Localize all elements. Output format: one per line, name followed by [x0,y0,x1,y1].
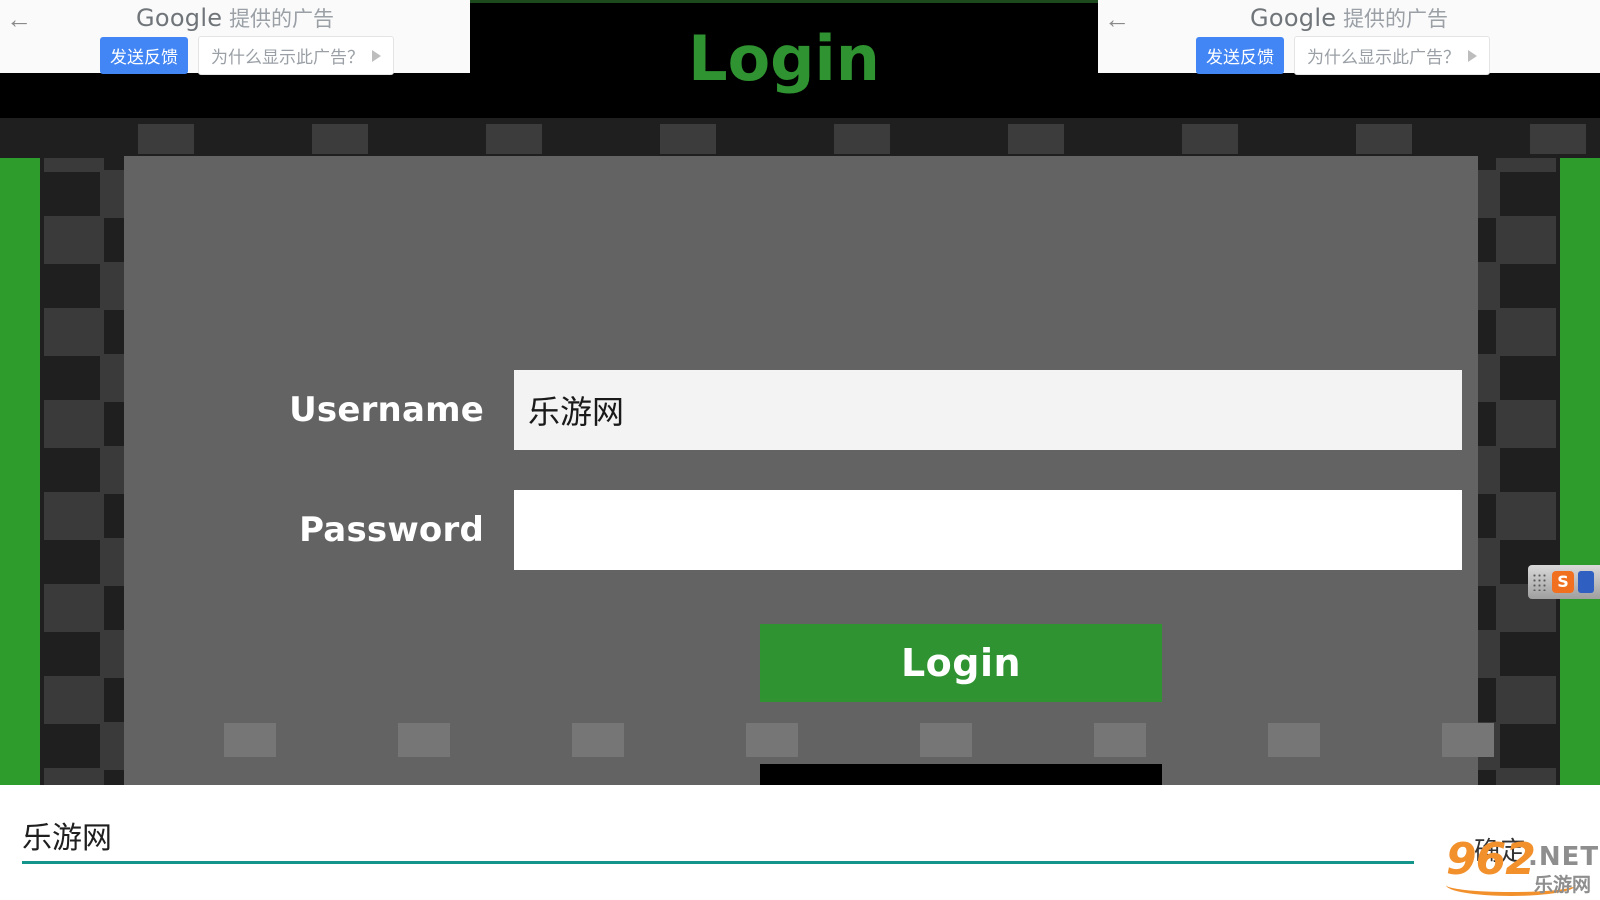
panel-stud [1268,723,1320,757]
blue-square-icon[interactable] [1578,571,1594,593]
panel-stud [1094,723,1146,757]
band-stud [486,124,542,154]
brick-nub [1496,216,1556,264]
why-this-ad-button[interactable]: 为什么显示此广告？ [198,36,394,75]
band-stud [1008,124,1064,154]
panel-stud [398,723,450,757]
confirm-button[interactable]: 确定 [1474,831,1526,868]
brick-nub [1496,308,1556,356]
brick-notch [14,730,40,774]
band-stud [1356,124,1412,154]
play-triangle-icon [372,49,381,62]
brick-nub [44,216,104,264]
floating-side-widget[interactable]: S [1528,565,1600,599]
brick-notch [1560,730,1586,774]
ad-controls-right: 发送反馈 为什么显示此广告？ [1196,36,1490,75]
google-ad-bar-left: ← Google 提供的广告 发送反馈 为什么显示此广告？ [0,0,470,75]
password-row: Password [124,490,1478,570]
register-box[interactable]: Dont have account ? Register [760,764,1162,785]
why-this-ad-label: 为什么显示此广告？ [211,48,364,68]
brick-notch [14,638,40,682]
brick-nub [44,492,104,540]
brick-notch [14,178,40,222]
brick-nub [44,676,104,724]
why-this-ad-label: 为什么显示此广告？ [1307,48,1460,68]
google-ad-bar-right: ← Google 提供的广告 发送反馈 为什么显示此广告？ [1098,0,1600,75]
send-feedback-button[interactable]: 发送反馈 [1196,37,1284,74]
panel-stud [224,723,276,757]
brick-nub [44,400,104,448]
username-row: Username [124,370,1478,450]
google-logo: Google [135,4,223,32]
band-stud [312,124,368,154]
send-feedback-button[interactable]: 发送反馈 [100,37,188,74]
band-stud [1182,124,1238,154]
brick-notch [14,362,40,406]
ad-controls-left: 发送反馈 为什么显示此广告？ [100,36,394,75]
s-badge-icon[interactable]: S [1552,571,1574,593]
login-button[interactable]: Login [760,624,1162,702]
login-panel: Username Password Login Dont have accoun… [124,156,1494,785]
username-input[interactable] [514,370,1462,450]
bottom-dialog-title: 乐游网 [22,821,112,856]
brick-notch [1560,454,1586,498]
brick-notch [14,546,40,590]
brick-notch [14,270,40,314]
brick-notch [1560,270,1586,314]
band-stud [138,124,194,154]
why-this-ad-button[interactable]: 为什么显示此广告？ [1294,36,1490,75]
brick-nub [1496,492,1556,540]
panel-stud [1442,723,1494,757]
brick-nub [44,308,104,356]
brick-notch [1560,178,1586,222]
google-logo: Google [1249,4,1337,32]
band-stud [660,124,716,154]
panel-stud [746,723,798,757]
ad-provider-title: Google 提供的广告 [1098,3,1600,33]
brick-notch [1560,638,1586,682]
panel-stud [572,723,624,757]
screen-root: Username Password Login Dont have accoun… [0,0,1600,900]
ad-provider-title: Google 提供的广告 [0,3,470,33]
play-triangle-icon [1468,49,1477,62]
band-stud [1530,124,1586,154]
game-app-area: Username Password Login Dont have accoun… [0,0,1600,785]
brick-notch [14,454,40,498]
password-input[interactable] [514,490,1462,570]
username-label: Username [289,390,484,430]
page-title: Login [688,22,880,95]
ad-provider-text: 提供的广告 [229,7,335,31]
bottom-dialog-rule [22,861,1414,864]
brick-nub [1496,676,1556,724]
brick-notch [1560,362,1586,406]
panel-stud [920,723,972,757]
drag-handle-dots-icon[interactable] [1532,573,1548,591]
brick-nub [1496,400,1556,448]
brick-nub [44,584,104,632]
brick-nub [1496,768,1556,785]
top-stud-band [0,118,1600,158]
password-label: Password [299,510,484,550]
brick-nub [44,768,104,785]
ad-provider-text: 提供的广告 [1343,7,1449,31]
bottom-dialog: 乐游网 确定 [0,785,1600,900]
band-stud [834,124,890,154]
